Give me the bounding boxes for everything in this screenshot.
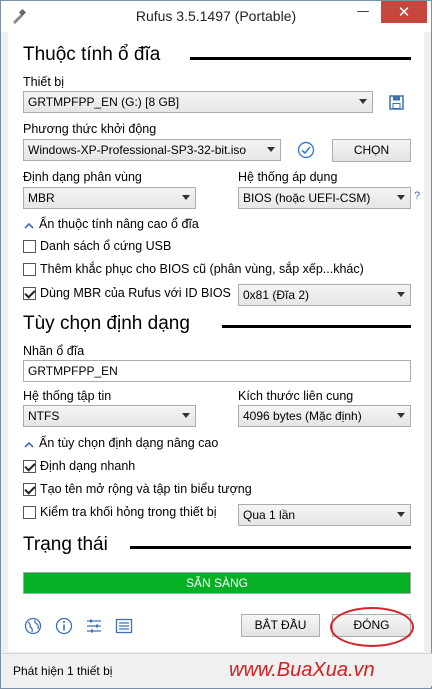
main-panel: Thuộc tính ổ đĩa Thiết bị GRTMPFPP_EN (G…	[8, 32, 424, 652]
minimize-button[interactable]: —	[349, 1, 377, 23]
extended-label-label: Tạo tên mở rộng và tập tin biểu tượng	[40, 482, 252, 496]
chevron-down-icon	[397, 512, 405, 517]
device-label: Thiết bị	[23, 75, 64, 89]
info-icon[interactable]	[55, 617, 73, 635]
chevron-down-icon	[397, 413, 405, 418]
extended-label-checkbox[interactable]	[23, 483, 36, 496]
volume-label-label: Nhãn ổ đĩa	[23, 344, 85, 358]
bios-id-value: 0x81 (Đĩa 2)	[243, 288, 310, 302]
device-value: GRTMPFPP_EN (G:) [8 GB]	[28, 95, 180, 109]
passes-value: Qua 1 lần	[243, 508, 296, 522]
target-system-value: BIOS (hoặc UEFI-CSM)	[243, 191, 371, 205]
target-system-select[interactable]: BIOS (hoặc UEFI-CSM)	[238, 187, 411, 209]
section-divider	[222, 325, 411, 328]
cluster-size-select[interactable]: 4096 bytes (Mặc định)	[238, 405, 411, 427]
chevron-down-icon	[182, 413, 190, 418]
target-system-label: Hệ thống áp dụng	[238, 170, 338, 184]
watermark: www.BuaXua.vn	[229, 659, 375, 681]
quick-format-label: Định dạng nhanh	[40, 459, 136, 473]
advanced-format-toggle[interactable]: Ẩn tùy chọn định dạng nâng cao	[39, 436, 218, 450]
passes-select[interactable]: Qua 1 lần	[238, 504, 411, 526]
usb-list-label: Danh sách ổ cứng USB	[40, 239, 172, 253]
partition-scheme-select[interactable]: MBR	[23, 187, 196, 209]
boot-selection-select[interactable]: Windows-XP-Professional-SP3-32-bit.iso	[23, 139, 281, 161]
volume-label-input[interactable]: GRTMPFPP_EN	[23, 360, 411, 382]
device-select[interactable]: GRTMPFPP_EN (G:) [8 GB]	[23, 91, 373, 113]
check-circle-icon[interactable]	[297, 141, 315, 159]
cluster-size-label: Kích thước liên cung	[238, 389, 354, 403]
quick-format-checkbox[interactable]	[23, 460, 36, 473]
chevron-down-icon	[359, 99, 367, 104]
partition-scheme-label: Định dạng phân vùng	[23, 170, 142, 184]
status-bar-text: Phát hiện 1 thiết bị	[13, 664, 113, 678]
format-options-heading: Tùy chọn định dạng	[23, 313, 190, 334]
close-window-button[interactable]: ✕	[381, 1, 427, 23]
drive-properties-heading: Thuộc tính ổ đĩa	[23, 44, 161, 65]
bad-blocks-checkbox[interactable]	[23, 506, 36, 519]
settings-icon[interactable]	[85, 617, 103, 635]
rufus-window: Rufus 3.5.1497 (Portable) — ✕ Thuộc tính…	[0, 0, 432, 689]
advanced-drive-toggle[interactable]: Ẩn thuộc tính nâng cao ổ đĩa	[39, 217, 199, 231]
select-button[interactable]: CHỌN	[332, 139, 411, 162]
partition-scheme-value: MBR	[28, 191, 55, 205]
boot-selection-value: Windows-XP-Professional-SP3-32-bit.iso	[28, 143, 247, 157]
boot-selection-label: Phương thức khởi động	[23, 122, 157, 136]
chevron-down-icon	[397, 195, 405, 200]
rufus-mbr-label: Dùng MBR của Rufus với ID BIOS	[40, 286, 231, 300]
help-icon[interactable]: ?	[414, 190, 420, 202]
save-icon[interactable]	[389, 95, 404, 110]
highlight-ellipse	[330, 607, 414, 647]
progress-bar: SẴN SÀNG	[23, 572, 411, 594]
bios-id-select[interactable]: 0x81 (Đĩa 2)	[238, 284, 411, 306]
globe-icon[interactable]	[24, 617, 42, 635]
cluster-size-value: 4096 bytes (Mặc định)	[243, 409, 362, 423]
file-system-select[interactable]: NTFS	[23, 405, 196, 427]
chevron-down-icon	[267, 147, 275, 152]
title-bar: Rufus 3.5.1497 (Portable) — ✕	[1, 1, 431, 32]
chevron-down-icon	[397, 292, 405, 297]
bios-fix-label: Thêm khắc phục cho BIOS cũ (phân vùng, s…	[40, 262, 364, 276]
section-divider	[190, 57, 411, 60]
chevron-down-icon	[182, 195, 190, 200]
bios-fix-checkbox[interactable]	[23, 263, 36, 276]
chevron-up-icon[interactable]	[24, 221, 34, 231]
chevron-up-icon[interactable]	[24, 440, 34, 450]
start-button[interactable]: BẮT ĐẦU	[241, 614, 320, 637]
log-icon[interactable]	[115, 617, 133, 635]
file-system-label: Hệ thống tập tin	[23, 389, 112, 403]
usb-list-checkbox[interactable]	[23, 240, 36, 253]
status-heading: Trạng thái	[23, 534, 108, 555]
section-divider	[130, 546, 411, 549]
rufus-mbr-checkbox[interactable]	[23, 287, 36, 300]
bad-blocks-label: Kiểm tra khối hỏng trong thiết bị	[40, 505, 217, 519]
progress-text: SẴN SÀNG	[185, 576, 248, 590]
file-system-value: NTFS	[28, 409, 60, 423]
